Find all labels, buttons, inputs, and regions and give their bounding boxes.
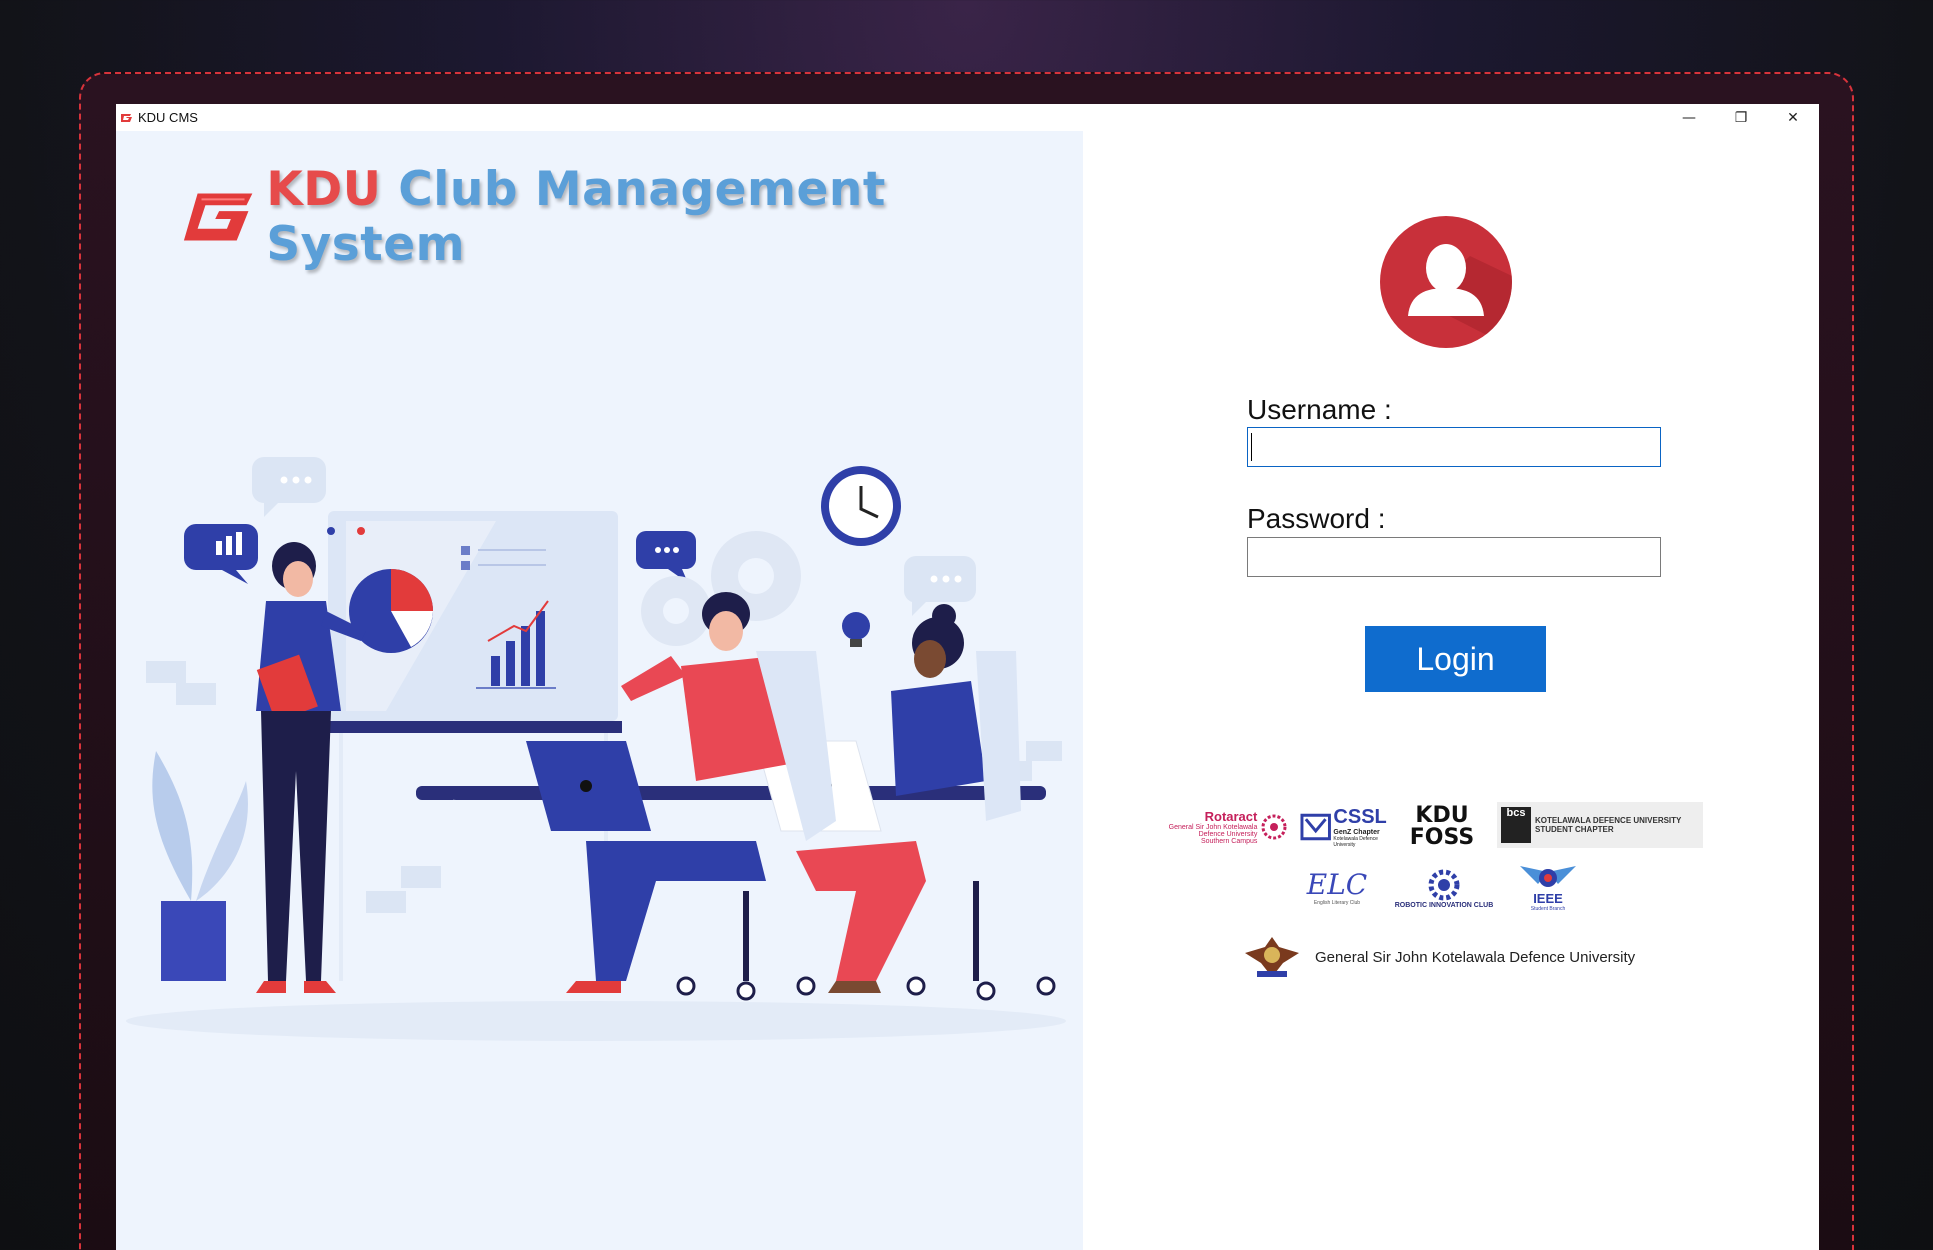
rotaract-logo: Rotaract General Sir John Kotelawala Def…: [1163, 802, 1293, 852]
window-controls: — ❐ ✕: [1663, 104, 1819, 131]
foss-line2: FOSS: [1409, 825, 1475, 850]
university-footer: General Sir John Kotelawala Defence Univ…: [1243, 933, 1635, 981]
cssl-sub1: GenZ Chapter: [1333, 829, 1380, 836]
bcs-line1: KOTELAWALA DEFENCE UNIVERSITY: [1535, 816, 1682, 825]
app-heading: KDU Club Management System: [266, 162, 1083, 272]
gear-icon: [1428, 869, 1460, 900]
password-input[interactable]: [1247, 537, 1661, 577]
username-label: Username :: [1247, 394, 1392, 425]
cssl-logo: CSSL GenZ Chapter Kotelawala Defence Uni…: [1300, 804, 1400, 850]
ieee-wings-icon: [1520, 866, 1576, 887]
university-crest-icon: [1245, 937, 1299, 977]
elc-logo: ELC English Literary Club: [1307, 862, 1367, 914]
bcs-logo: bcs KOTELAWALA DEFENCE UNIVERSITY STUDEN…: [1497, 802, 1703, 848]
brand-header: KDU Club Management System: [180, 162, 1083, 272]
ieee-title: IEEE: [1533, 891, 1563, 906]
heading-kdu: KDU: [266, 162, 382, 217]
rotaract-sub2: Defence University: [1198, 831, 1258, 838]
ieee-logo: IEEE Student Branch: [1513, 860, 1583, 916]
robotic-innovation-logo: ROBOTIC INNOVATION CLUB: [1394, 864, 1494, 912]
bcs-line2: STUDENT CHAPTER: [1535, 825, 1614, 834]
cssl-title: CSSL: [1333, 806, 1387, 828]
university-name: General Sir John Kotelawala Defence Univ…: [1315, 948, 1636, 966]
kdu-foss-logo: KDU FOSS: [1407, 802, 1477, 852]
username-input[interactable]: [1247, 427, 1661, 467]
login-panel: Username : Password : Login Rotaract Gen…: [1083, 131, 1819, 1250]
restore-button[interactable]: ❐: [1715, 104, 1767, 131]
close-button[interactable]: ✕: [1767, 104, 1819, 131]
elc-title: ELC: [1306, 868, 1368, 901]
rotaract-sub1: General Sir John Kotelawala: [1168, 824, 1258, 831]
robotic-title: ROBOTIC INNOVATION CLUB: [1394, 901, 1494, 909]
hero-panel: KDU Club Management System: [116, 131, 1083, 1250]
password-label: Password :: [1247, 503, 1386, 534]
user-avatar-icon: [1380, 216, 1512, 348]
cssl-emblem-icon: [1300, 813, 1331, 841]
bcs-badge: bcs: [1501, 807, 1531, 843]
cssl-sub2: Kotelawala Defence University: [1333, 836, 1378, 848]
rotaract-sub3: Southern Campus: [1200, 838, 1258, 845]
text-caret: [1251, 433, 1252, 461]
rotary-wheel-icon: [1261, 814, 1287, 840]
login-button[interactable]: Login: [1365, 626, 1546, 692]
title-bar[interactable]: KDU CMS — ❐ ✕: [116, 104, 1819, 131]
elc-sub: English Literary Club: [1313, 900, 1361, 906]
ieee-sub: Student Branch: [1530, 906, 1566, 912]
app-window: KDU CMS — ❐ ✕ KDU Club Management System: [116, 104, 1819, 1250]
foss-line1: KDU: [1415, 803, 1469, 828]
window-title: KDU CMS: [138, 110, 198, 125]
kdu-g-logo-icon: [183, 193, 253, 241]
rotaract-title: Rotaract: [1204, 809, 1258, 824]
team-meeting-illustration: [126, 457, 1066, 1041]
minimize-button[interactable]: —: [1663, 104, 1715, 131]
app-icon: [121, 113, 132, 122]
